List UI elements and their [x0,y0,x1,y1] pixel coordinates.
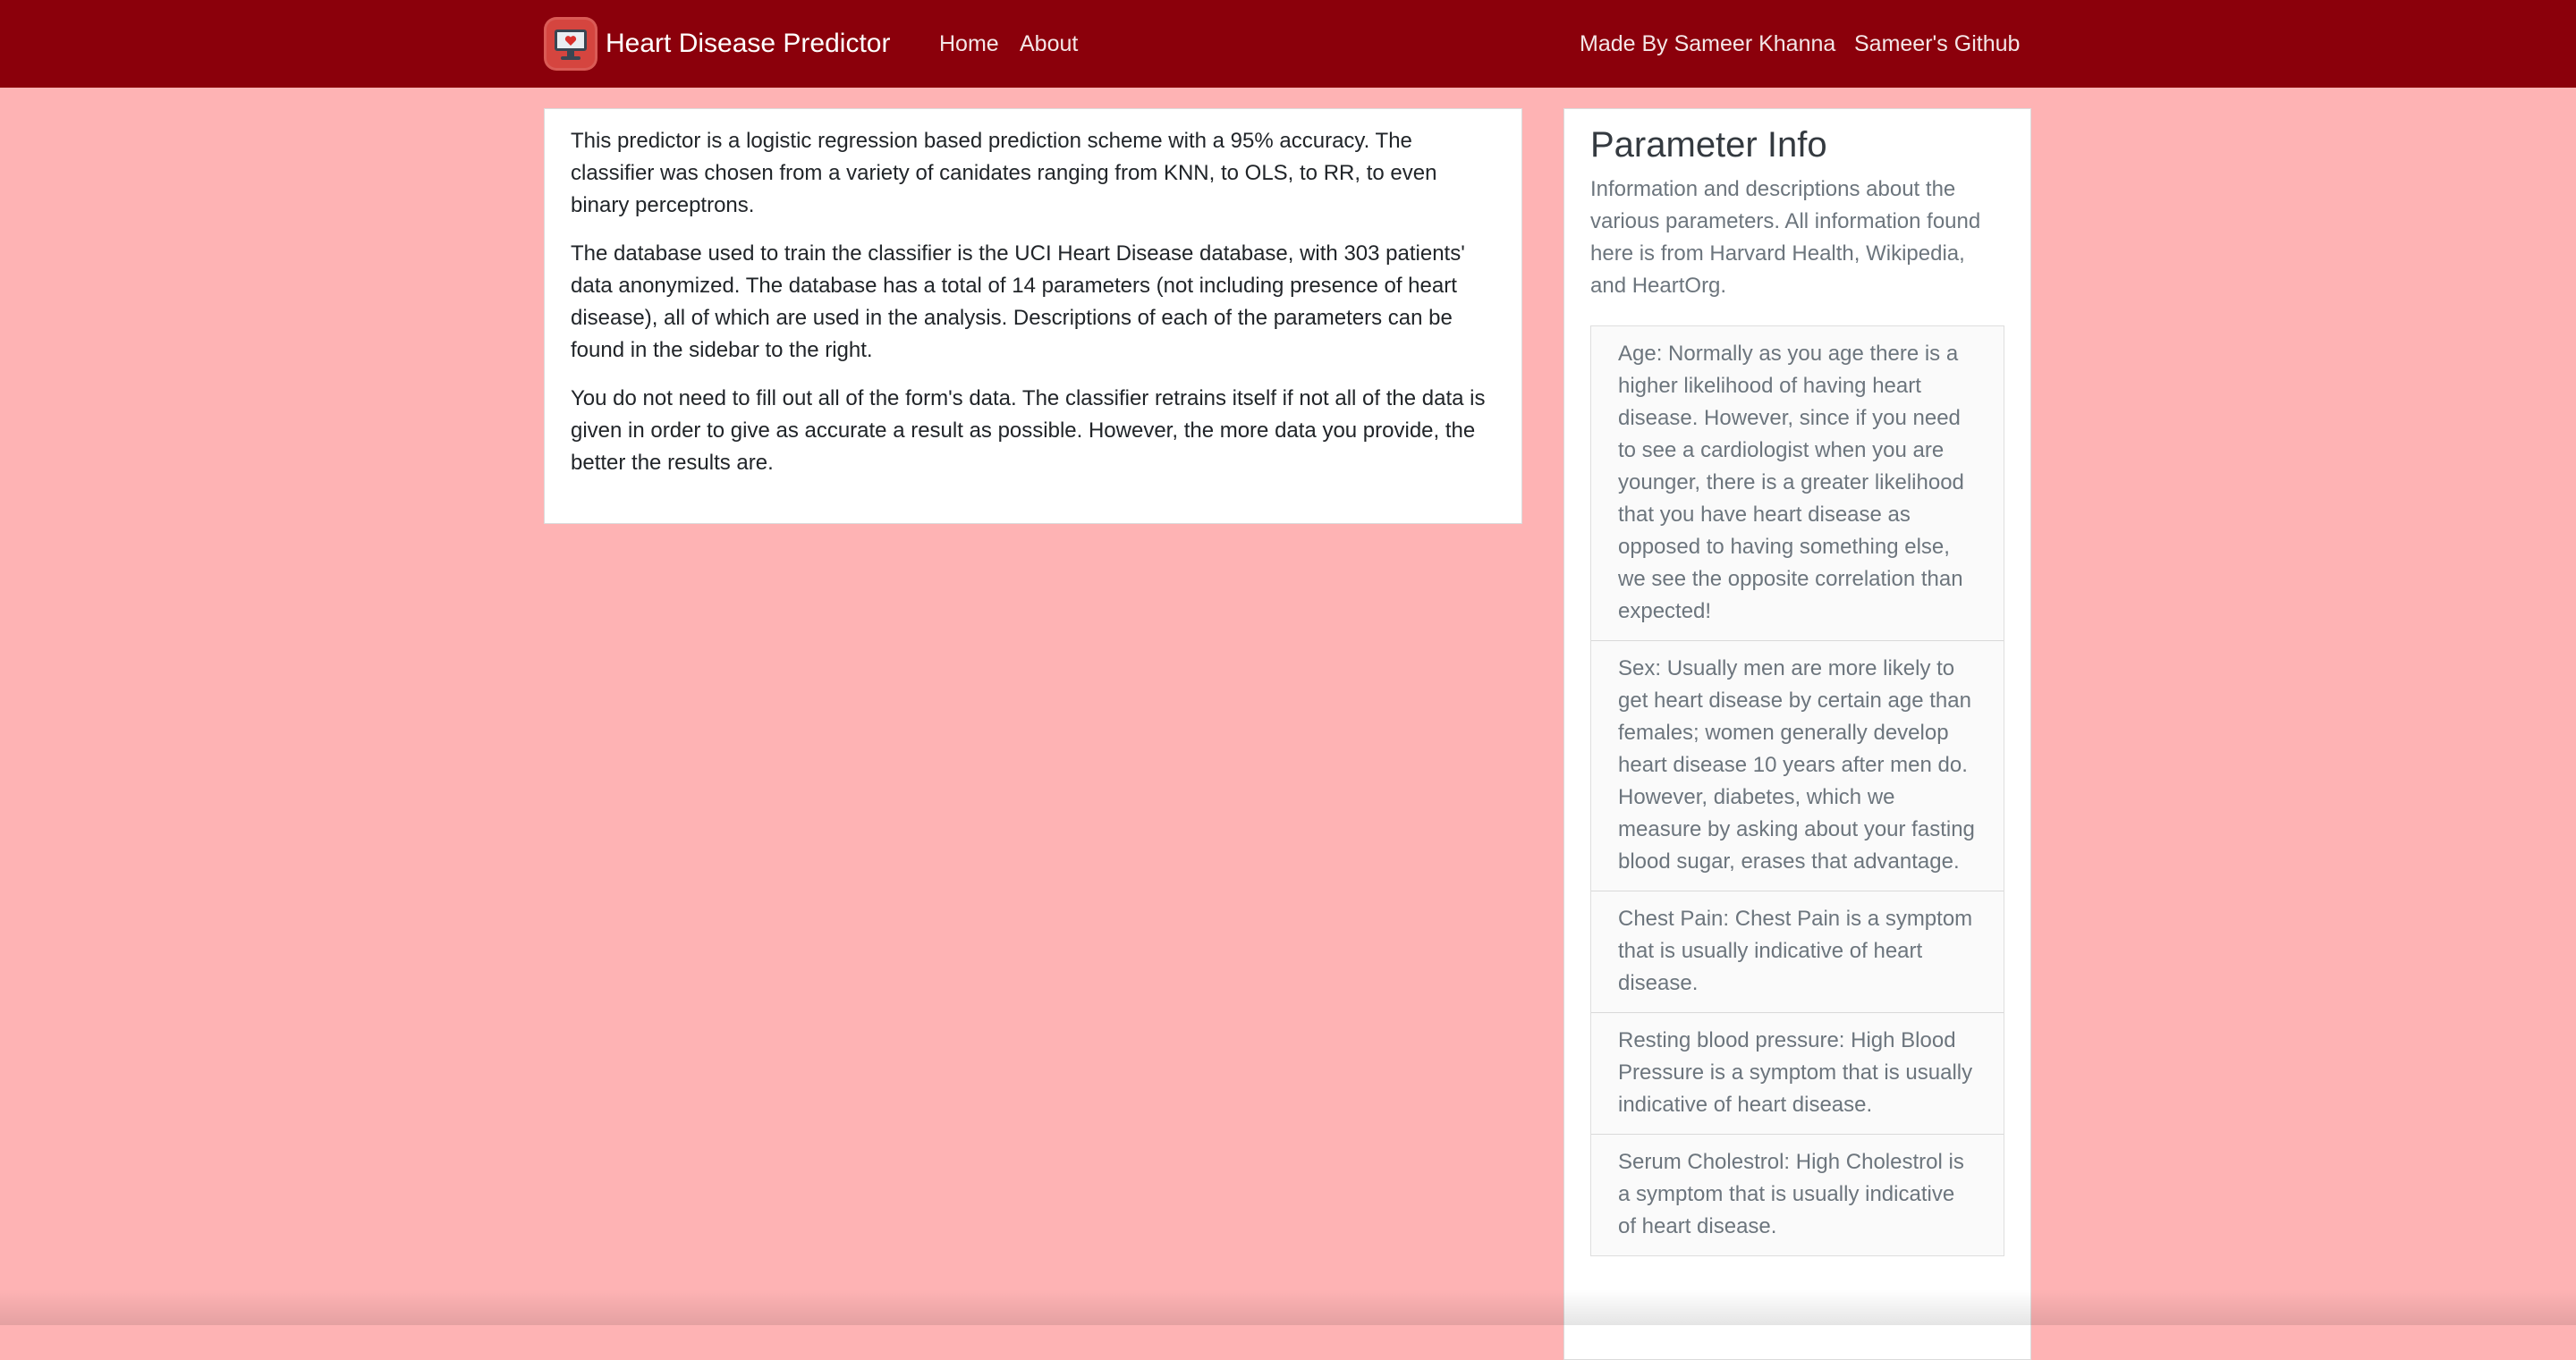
parameter-item-chest-pain: Chest Pain: Chest Pain is a symptom that… [1591,891,2004,1013]
nav-author-link[interactable]: Made By Sameer Khanna [1580,30,1835,58]
sidebar-title: Parameter Info [1590,125,1827,165]
window-bottom-shadow [0,1289,2576,1325]
navbar: Heart Disease Predictor Home About Made … [0,0,2576,88]
nav-github-link[interactable]: Sameer's Github [1854,30,2020,58]
description-paragraph: You do not need to fill out all of the f… [571,386,1486,475]
parameter-item-serum-cholestrol: Serum Cholestrol: High Cholestrol is a s… [1591,1135,2004,1255]
heart-monitor-icon [544,17,597,71]
parameter-item-resting-blood-pressure: Resting blood pressure: High Blood Press… [1591,1013,2004,1135]
parameter-item-sex: Sex: Usually men are more likely to get … [1591,641,2004,891]
description-paragraph: This predictor is a logistic regression … [571,129,1437,217]
brand-title: Heart Disease Predictor [606,29,891,58]
sidebar-subtitle: Information and descriptions about the v… [1590,177,1981,298]
parameter-list[interactable]: Age: Normally as you age there is a high… [1590,325,2004,1256]
description-card: This predictor is a logistic regression … [544,108,1522,524]
nav-home-link[interactable]: Home [939,30,999,58]
brand-link[interactable]: Heart Disease Predictor [544,17,890,71]
parameter-info-sidebar: Parameter Info Information and descripti… [1563,108,2031,1360]
description-paragraph: The database used to train the classifie… [571,241,1465,362]
nav-about-link[interactable]: About [1020,30,1078,58]
parameter-item-age: Age: Normally as you age there is a high… [1591,326,2004,641]
